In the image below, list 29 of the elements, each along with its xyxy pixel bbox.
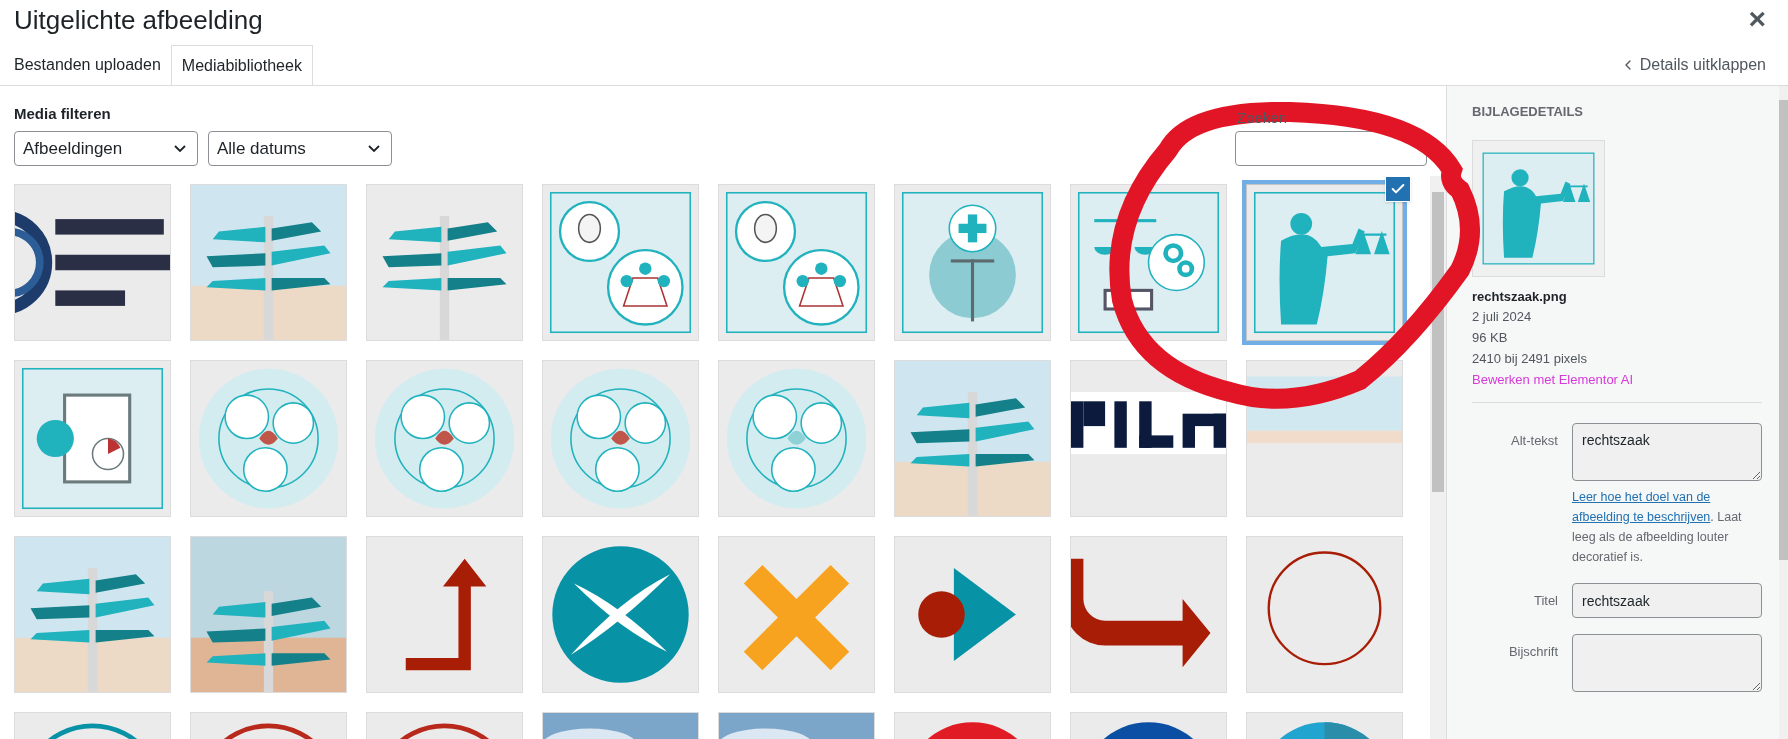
- file-date: 2 juli 2024: [1472, 308, 1533, 326]
- text-area[interactable]: [1572, 634, 1762, 692]
- help-link[interactable]: Leer hoe het doel van de: [1572, 490, 1711, 504]
- search-field[interactable]: [1235, 131, 1427, 166]
- field-label: Bijschrift: [1507, 643, 1558, 661]
- field-label: Alt-tekst: [1510, 432, 1558, 450]
- file-size: 96 KB: [1472, 329, 1509, 347]
- close-button[interactable]: ×: [1746, 4, 1768, 34]
- tab[interactable]: Bestanden uploaden: [4, 45, 171, 85]
- scrollbar[interactable]: [1430, 176, 1446, 739]
- chevron-down-icon: [174, 145, 186, 152]
- file-dimensions: 2410 bij 2491 pixels: [1472, 350, 1588, 368]
- check-icon: [1385, 176, 1411, 202]
- edit-link[interactable]: Bewerken met Elementor AI: [1472, 369, 1634, 391]
- input-field[interactable]: rechtszaak: [1572, 583, 1762, 618]
- chevron-down-icon: [368, 145, 380, 152]
- field-label: Titel: [1532, 592, 1558, 610]
- dialog-title: Uitgelichte afbeelding: [14, 4, 263, 37]
- tab[interactable]: Mediabibliotheek: [170, 45, 313, 85]
- help-text: Leer hoe het doel van de afbeelding te beschrijven. Laat leeg als de afbeelding louter decoratief is.: [1572, 489, 1743, 566]
- file-name: rechtszaak.png: [1472, 287, 1568, 306]
- filter-label: Media filteren: [14, 103, 112, 124]
- date-dropdown[interactable]: Alle datums: [208, 131, 392, 166]
- media-type-dropdown[interactable]: Afbeeldingen: [14, 131, 198, 166]
- details-heading: BIJLAGEDETAILS: [1472, 103, 1584, 121]
- details-toggle-link[interactable]: Details uitklappen: [1619, 45, 1788, 85]
- text-area[interactable]: rechtszaak: [1572, 423, 1762, 481]
- panel-scrollbar[interactable]: [1779, 86, 1788, 739]
- search-label: Zoeken: [1236, 107, 1288, 128]
